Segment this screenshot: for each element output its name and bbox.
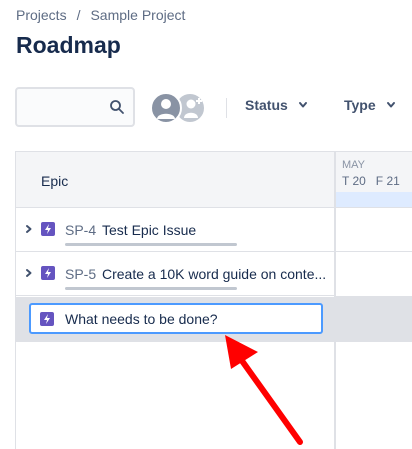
timeline-days: T 20 F 21 [342,174,400,188]
type-filter-dropdown[interactable]: Type [344,97,396,113]
timeline-month: MAY [342,159,366,171]
chevron-down-icon [386,102,395,108]
epic-column: Epic SP-4 Test Epic Issue SP-5 Create a … [16,152,336,449]
timeline-day: T 20 [342,174,366,188]
create-epic-field[interactable] [29,303,323,334]
epic-column-header: Epic [16,152,334,208]
breadcrumb-sample-project-link[interactable]: Sample Project [90,7,185,23]
timeline-row[interactable] [336,208,412,252]
status-filter-label: Status [245,97,288,113]
chevron-right-icon[interactable] [24,224,34,234]
epic-header-label: Epic [41,173,69,189]
epic-progress-bar [65,243,237,246]
epic-icon [41,266,55,280]
epic-icon [40,312,54,326]
toolbar-divider [226,98,227,118]
timeline-today-band [336,192,412,208]
epic-icon [41,222,55,236]
search-icon [110,100,124,114]
timeline-header: MAY T 20 F 21 [336,152,412,192]
page-title: Roadmap [16,32,121,58]
timeline-panel: MAY T 20 F 21 [336,152,412,449]
epic-key[interactable]: SP-4 [65,222,96,238]
chevron-right-icon[interactable] [24,268,34,278]
timeline-day: F 21 [375,174,400,188]
epic-summary[interactable]: Create a 10K word guide on conte... [102,266,327,282]
breadcrumb-separator: / [76,7,81,23]
user-icon [157,99,175,119]
create-epic-input[interactable] [65,308,315,330]
type-filter-label: Type [344,97,376,113]
timeline-row [336,297,412,342]
epic-summary[interactable]: Test Epic Issue [102,222,322,238]
epic-progress-bar [65,287,237,290]
chevron-down-icon [298,102,307,108]
search-input[interactable] [23,89,109,125]
timeline-row[interactable] [336,252,412,297]
toolbar: Status Type [15,87,412,129]
avatar-group [150,92,220,124]
epic-row[interactable]: SP-5 Create a 10K word guide on conte... [16,252,334,296]
roadmap-grid: Epic SP-4 Test Epic Issue SP-5 Create a … [15,151,412,449]
create-epic-row [16,297,334,342]
breadcrumb-projects-link[interactable]: Projects [16,7,67,23]
user-avatar[interactable] [150,92,182,124]
search-box[interactable] [15,87,135,127]
epic-key[interactable]: SP-5 [65,266,96,282]
breadcrumb: Projects / Sample Project [16,7,185,23]
status-filter-dropdown[interactable]: Status [245,97,308,113]
epic-row[interactable]: SP-4 Test Epic Issue [16,208,334,252]
